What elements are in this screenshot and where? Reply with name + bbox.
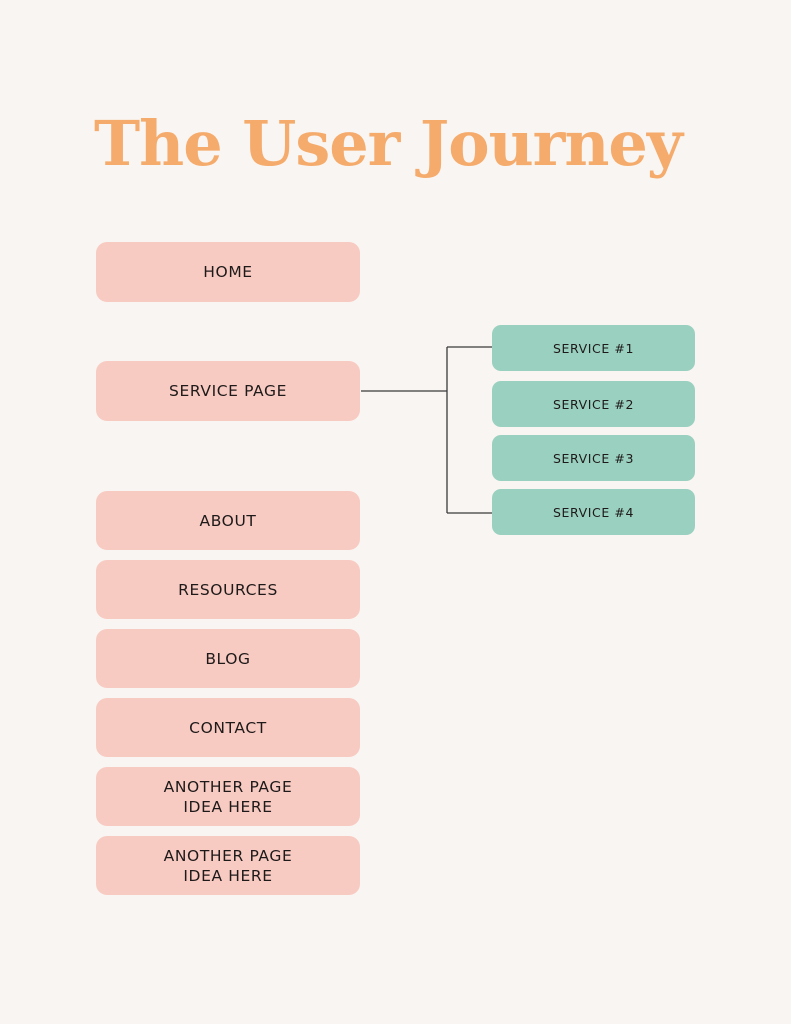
page-box-service-page[interactable]: SERVICE PAGE: [96, 361, 360, 421]
page-box-another-page-2[interactable]: ANOTHER PAGE IDEA HERE: [96, 836, 360, 895]
page-box-home[interactable]: HOME: [96, 242, 360, 302]
page-box-another-page-1[interactable]: ANOTHER PAGE IDEA HERE: [96, 767, 360, 826]
page-box-resources[interactable]: RESOURCES: [96, 560, 360, 619]
service-label: SERVICE #1: [552, 340, 635, 356]
connector-line: [361, 346, 492, 514]
service-box-3[interactable]: SERVICE #3: [492, 435, 695, 481]
page-label: HOME: [203, 263, 253, 281]
service-box-1[interactable]: SERVICE #1: [492, 325, 695, 371]
service-box-4[interactable]: SERVICE #4: [492, 489, 695, 535]
page-label: CONTACT: [189, 718, 267, 737]
service-label: SERVICE #3: [552, 450, 635, 466]
page-box-about[interactable]: ABOUT: [96, 491, 360, 550]
page-box-blog[interactable]: BLOG: [96, 629, 360, 688]
page-label: ANOTHER PAGE IDEA HERE: [163, 846, 293, 885]
page-label: RESOURCES: [178, 580, 278, 599]
page-title: The User Journey: [94, 107, 683, 180]
page-label: ABOUT: [199, 511, 257, 530]
page-label: SERVICE PAGE: [169, 382, 287, 400]
service-box-2[interactable]: SERVICE #2: [492, 381, 695, 427]
service-label: SERVICE #2: [552, 396, 635, 412]
service-label: SERVICE #4: [552, 504, 635, 520]
page-label: ANOTHER PAGE IDEA HERE: [163, 777, 293, 816]
page-label: BLOG: [205, 649, 251, 668]
page-box-contact[interactable]: CONTACT: [96, 698, 360, 757]
